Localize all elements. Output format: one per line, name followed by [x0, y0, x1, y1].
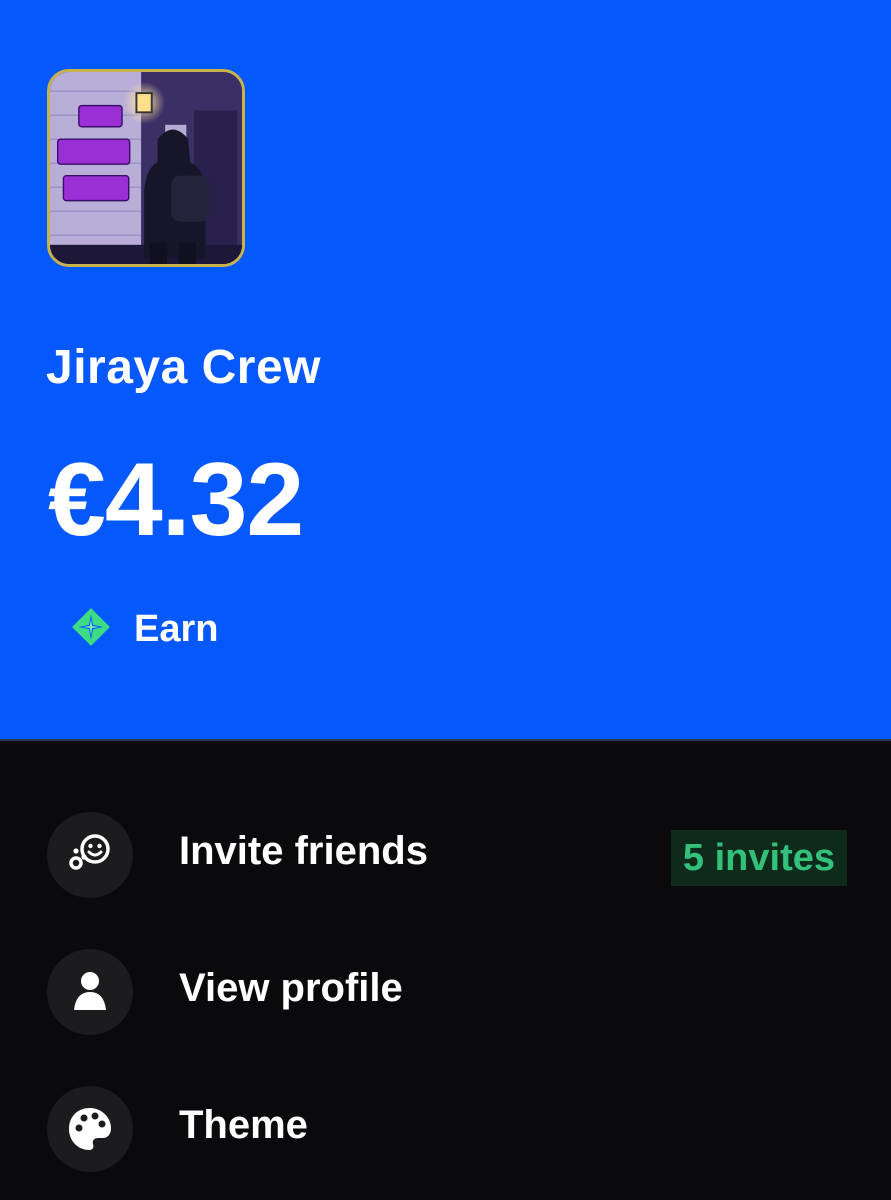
sparkle-diamond-icon	[70, 606, 112, 653]
person-icon	[47, 949, 133, 1035]
invite-friends-icon	[47, 812, 133, 898]
earn-label: Earn	[134, 608, 219, 650]
menu-item-label: Invite friends	[179, 829, 428, 873]
menu-item-view-profile[interactable]: View profile	[0, 940, 891, 1040]
avatar-image	[50, 72, 242, 264]
wallet-avatar[interactable]	[47, 69, 245, 267]
invites-count-badge: 5 invites	[670, 830, 847, 886]
wallet-name: Jiraya Crew	[46, 341, 322, 394]
menu-item-label: Theme	[179, 1103, 308, 1147]
menu-item-invite-friends[interactable]: Invite friends 5 invites	[0, 803, 891, 903]
wallet-balance: €4.32	[48, 442, 304, 558]
wallet-header: Jiraya Crew €4.32 Earn	[0, 0, 891, 740]
earn-button[interactable]: Earn	[70, 606, 218, 653]
palette-icon	[47, 1086, 133, 1172]
menu-item-theme[interactable]: Theme	[0, 1077, 891, 1177]
menu-item-label: View profile	[179, 966, 403, 1010]
header-divider	[0, 739, 891, 741]
